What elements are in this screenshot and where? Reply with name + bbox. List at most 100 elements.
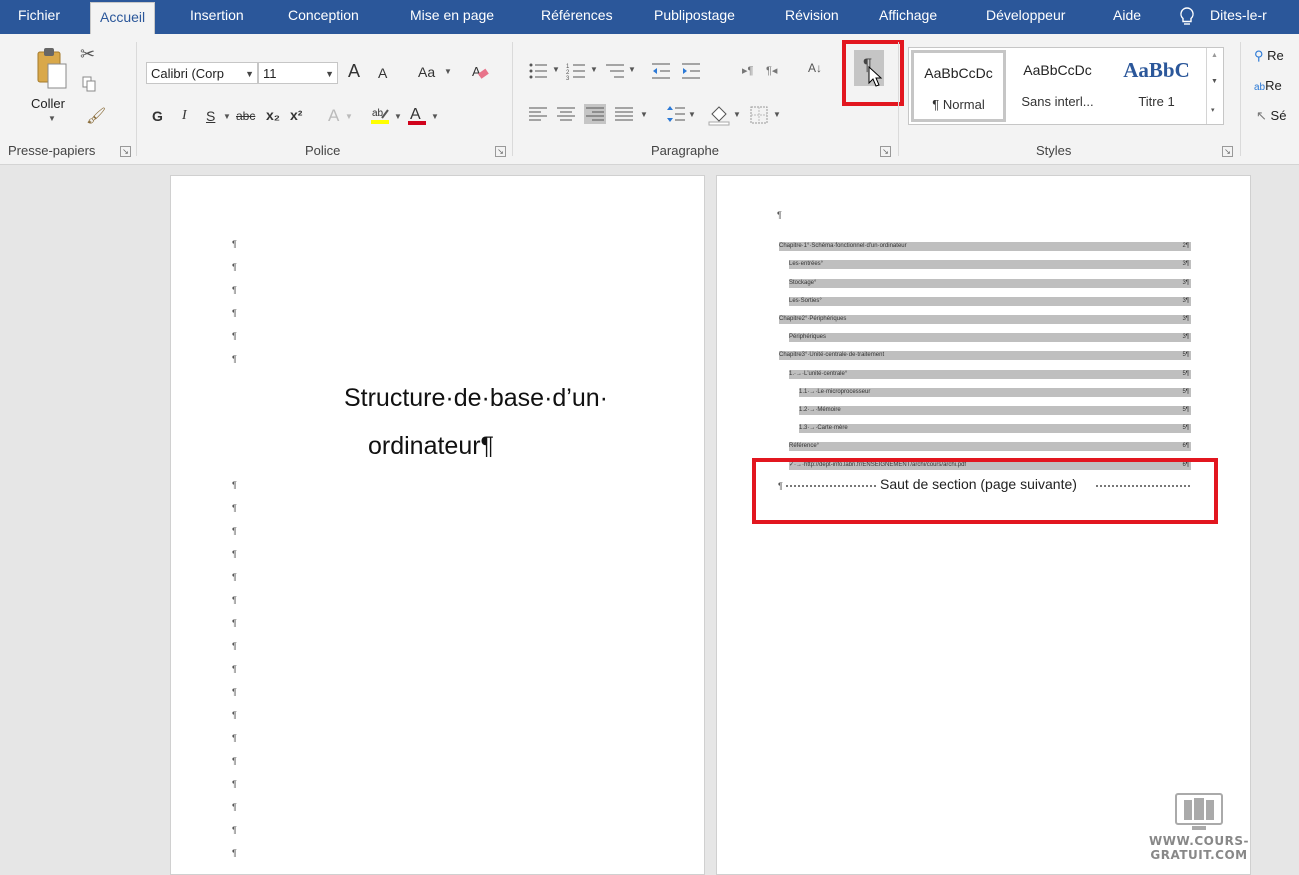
text-effects-dropdown-icon[interactable]: ▼ — [345, 112, 353, 121]
toc-entry[interactable]: Les·entrées° 3¶ — [789, 260, 1191, 269]
format-painter-icon[interactable]: 🖌 — [86, 106, 106, 126]
tab-mise-en-page[interactable]: Mise en page — [410, 0, 494, 34]
toc-entry[interactable]: 1.·→·L'unité·centrale° 5¶ — [789, 370, 1191, 379]
document-page-2[interactable]: ¶ Chapitre·1°·Schéma·fonctionnel·d'un·or… — [716, 175, 1251, 875]
shading-icon[interactable] — [708, 104, 730, 126]
styles-gallery: AaBbCcDc ¶ Normal AaBbCcDc Sans interl..… — [908, 47, 1224, 125]
toc-entry[interactable]: Chapitre·1°·Schéma·fonctionnel·d'un·ordi… — [779, 242, 1191, 251]
highlight-color-icon[interactable]: ab — [370, 104, 392, 126]
underline-button[interactable]: S — [206, 108, 215, 124]
font-name-select[interactable]: Calibri (Corp ▼ — [146, 62, 258, 84]
tab-insertion[interactable]: Insertion — [190, 0, 244, 34]
style-name: Titre 1 — [1138, 94, 1175, 109]
tab-references[interactable]: Références — [541, 0, 613, 34]
style-normal[interactable]: AaBbCcDc ¶ Normal — [911, 50, 1006, 122]
style-name: Sans interl... — [1021, 94, 1094, 109]
multilevel-list-icon[interactable] — [604, 62, 626, 80]
borders-dropdown-icon[interactable]: ▼ — [773, 110, 781, 119]
svg-text:3: 3 — [566, 76, 570, 80]
clear-formatting-icon[interactable]: A — [470, 62, 490, 82]
toc-entry[interactable]: Chapitre3°·Unité·centrale·de·traitement 5… — [779, 351, 1191, 360]
toc-entry[interactable]: 1.1·→·Le·microprocesseur 5¶ — [799, 388, 1191, 397]
align-center-icon[interactable] — [556, 106, 576, 122]
document-page-1[interactable]: ¶ ¶ ¶ ¶ ¶ ¶ Structure·de·base·d’un· ordi… — [170, 175, 705, 875]
clipboard-launcher-icon[interactable]: ↘ — [120, 146, 131, 157]
paste-icon[interactable] — [36, 46, 68, 90]
change-case-dropdown-icon[interactable]: ▼ — [444, 67, 452, 76]
more-styles-icon[interactable]: ▾ — [1211, 106, 1215, 114]
paste-dropdown-icon[interactable]: ▼ — [48, 114, 56, 123]
rtl-direction-icon[interactable]: ¶◂ — [766, 64, 777, 77]
superscript-button[interactable]: x² — [290, 107, 302, 123]
search-icon: ⚲ — [1254, 48, 1264, 63]
paragraph-launcher-icon[interactable]: ↘ — [880, 146, 891, 157]
font-launcher-icon[interactable]: ↘ — [495, 146, 506, 157]
tab-developpeur[interactable]: Développeur — [986, 0, 1065, 34]
font-size-select[interactable]: 11 ▼ — [258, 62, 338, 84]
decrease-indent-icon[interactable] — [650, 62, 672, 80]
paste-button[interactable]: Coller — [31, 96, 65, 111]
bold-button[interactable]: G — [152, 108, 163, 124]
paragraph-mark: ¶ — [232, 848, 237, 858]
tab-publipostage[interactable]: Publipostage — [654, 0, 735, 34]
numbering-dropdown-icon[interactable]: ▼ — [590, 65, 598, 74]
tab-affichage[interactable]: Affichage — [879, 0, 937, 34]
justify-icon[interactable] — [614, 106, 634, 122]
copy-icon[interactable] — [82, 76, 96, 92]
sort-icon[interactable]: A↓ — [808, 61, 822, 75]
justify-dropdown-icon[interactable]: ▼ — [640, 110, 648, 119]
divider — [512, 42, 513, 156]
toc-entry[interactable]: Les·Sorties° 3¶ — [789, 297, 1191, 306]
multilevel-dropdown-icon[interactable]: ▼ — [628, 65, 636, 74]
toc-entry[interactable]: 1.2·→·Mémoire 5¶ — [799, 406, 1191, 415]
lightbulb-icon[interactable] — [1178, 6, 1196, 28]
highlight-box-show-marks — [842, 40, 904, 106]
ltr-direction-icon[interactable]: ▸¶ — [742, 64, 753, 77]
style-no-spacing[interactable]: AaBbCcDc Sans interl... — [1010, 50, 1105, 122]
tab-revision[interactable]: Révision — [785, 0, 839, 34]
toc-entry[interactable]: Référence° 6¶ — [789, 442, 1191, 451]
chevron-down-icon[interactable]: ▼ — [1211, 78, 1218, 85]
strikethrough-button[interactable]: abc — [236, 109, 255, 123]
styles-scrollbar[interactable]: ▲ ▼ ▾ — [1206, 48, 1223, 124]
italic-button[interactable]: I — [182, 108, 187, 124]
tab-conception[interactable]: Conception — [288, 0, 359, 34]
font-color-icon[interactable]: A — [407, 104, 427, 126]
toc-entry[interactable]: 1.3·→·Carte·mère 5¶ — [799, 424, 1191, 433]
chevron-up-icon[interactable]: ▲ — [1211, 52, 1218, 59]
borders-icon[interactable] — [750, 106, 768, 124]
style-heading-1[interactable]: AaBbC Titre 1 — [1109, 50, 1204, 122]
tell-me-search[interactable]: Dites-le-r — [1210, 0, 1267, 34]
select-button[interactable]: ↖ Sé — [1256, 108, 1286, 124]
tab-aide[interactable]: Aide — [1113, 0, 1141, 34]
toc-entry[interactable]: Périphériques 3¶ — [789, 333, 1191, 342]
change-case-button[interactable]: Aa — [418, 64, 435, 80]
subscript-button[interactable]: x₂ — [266, 107, 280, 123]
tab-fichier[interactable]: Fichier — [18, 0, 60, 34]
align-left-icon[interactable] — [528, 106, 548, 122]
styles-launcher-icon[interactable]: ↘ — [1222, 146, 1233, 157]
find-button[interactable]: ⚲ Re — [1254, 48, 1284, 64]
line-spacing-icon[interactable] — [666, 104, 686, 124]
underline-dropdown-icon[interactable]: ▼ — [223, 112, 231, 121]
shrink-font-button[interactable]: A — [378, 65, 387, 81]
bullets-dropdown-icon[interactable]: ▼ — [552, 65, 560, 74]
toc-entry[interactable]: Chapitre2°·Périphériques 3¶ — [779, 315, 1191, 324]
shading-dropdown-icon[interactable]: ▼ — [733, 110, 741, 119]
toc-entry[interactable]: Stockage° 3¶ — [789, 279, 1191, 288]
increase-indent-icon[interactable] — [680, 62, 702, 80]
align-right-icon[interactable] — [584, 104, 606, 124]
font-group-label: Police — [305, 143, 341, 158]
bullets-icon[interactable] — [528, 62, 548, 80]
font-color-dropdown-icon[interactable]: ▼ — [431, 112, 439, 121]
line-spacing-dropdown-icon[interactable]: ▼ — [688, 110, 696, 119]
numbering-icon[interactable]: 123 — [566, 62, 586, 80]
toc-entry-text: 1.2·→·Mémoire — [799, 407, 841, 413]
tab-accueil[interactable]: Accueil — [90, 2, 156, 35]
highlight-dropdown-icon[interactable]: ▼ — [394, 112, 402, 121]
paragraph-mark: ¶ — [232, 503, 237, 513]
text-effects-icon[interactable]: A — [328, 106, 339, 126]
replace-button[interactable]: abRe — [1254, 78, 1282, 93]
grow-font-button[interactable]: A — [348, 61, 360, 82]
cut-icon[interactable]: ✂ — [80, 44, 95, 65]
